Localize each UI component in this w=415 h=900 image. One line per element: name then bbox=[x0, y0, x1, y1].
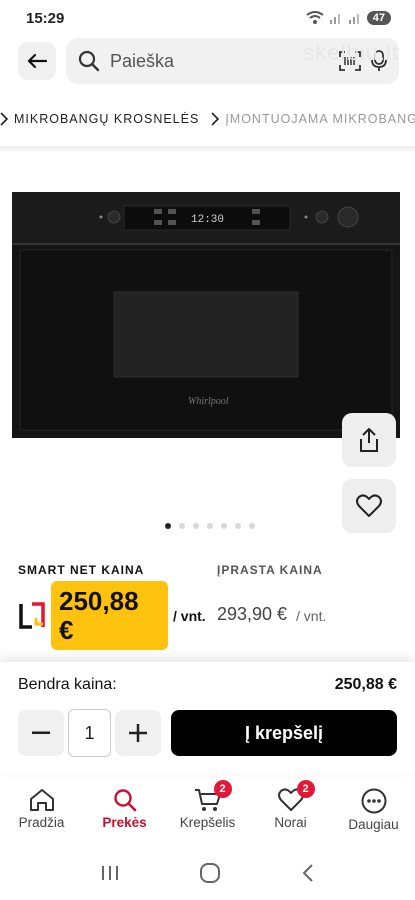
nav-item-wishlist[interactable]: 2 Norai bbox=[249, 776, 332, 840]
nav-label: Norai bbox=[274, 815, 307, 830]
quantity-input[interactable] bbox=[68, 709, 111, 757]
gallery-pagination bbox=[165, 523, 255, 529]
bottom-navigation: Pradžia Prekės 2 Krepšelis 2 Norai Daugi… bbox=[0, 776, 415, 840]
search-icon bbox=[78, 50, 100, 72]
breadcrumb-item[interactable]: ĮMONTUOJAMA MIKROBANG... bbox=[211, 112, 415, 126]
product-page: 15:29 47 Paieška skelbiu.lt MIKROBANGŲ K… bbox=[0, 0, 415, 900]
quantity-increase-button[interactable] bbox=[115, 710, 161, 756]
smart-price-badge: 250,88 € bbox=[51, 581, 168, 650]
nav-label: Daugiau bbox=[348, 817, 399, 832]
chevron-right-icon bbox=[211, 112, 220, 126]
back-chevron-icon[interactable] bbox=[301, 863, 315, 883]
nav-label: Prekės bbox=[102, 815, 147, 830]
wifi-icon bbox=[306, 11, 324, 24]
chevron-right-icon bbox=[0, 112, 8, 126]
total-label: Bendra kaina: bbox=[18, 676, 117, 693]
regular-price-unit: / vnt. bbox=[296, 608, 327, 624]
gallery-dot[interactable] bbox=[179, 523, 185, 529]
section-divider bbox=[0, 146, 415, 152]
status-icons: 47 bbox=[306, 11, 391, 25]
search-icon bbox=[113, 789, 136, 812]
gallery-dot[interactable] bbox=[221, 523, 227, 529]
home-icon bbox=[29, 789, 54, 811]
search-input[interactable]: Paieška bbox=[110, 51, 329, 72]
favorite-button[interactable] bbox=[342, 479, 396, 533]
gallery-dot[interactable] bbox=[165, 523, 171, 529]
home-circle-icon[interactable] bbox=[199, 862, 221, 884]
nav-item-cart[interactable]: 2 Krepšelis bbox=[166, 776, 249, 840]
nav-item-home[interactable]: Pradžia bbox=[0, 776, 83, 840]
breadcrumb-label: MIKROBANGŲ KROSNELĖS bbox=[14, 112, 200, 126]
status-bar: 15:29 47 bbox=[0, 0, 415, 36]
cart-count-badge: 2 bbox=[213, 780, 232, 798]
smart-price-label: SMART NET KAINA bbox=[18, 563, 145, 577]
nav-label: Krepšelis bbox=[179, 815, 236, 830]
brand-logo: Whirlpool bbox=[188, 396, 229, 407]
smart-net-logo-icon bbox=[19, 602, 45, 629]
regular-price-label: ĮPRASTA KAINA bbox=[217, 563, 323, 577]
minus-icon bbox=[32, 731, 50, 734]
smart-price-currency: € bbox=[59, 615, 74, 645]
gallery-dot[interactable] bbox=[249, 523, 255, 529]
signal-icon bbox=[329, 14, 340, 24]
breadcrumb-label: ĮMONTUOJAMA MIKROBANG... bbox=[225, 112, 415, 126]
more-icon bbox=[361, 788, 386, 814]
nav-label: Pradžia bbox=[18, 815, 65, 830]
breadcrumb-item[interactable]: MIKROBANGŲ KROSNELĖS bbox=[0, 112, 199, 126]
signal-icon bbox=[348, 14, 359, 24]
gallery-dot[interactable] bbox=[207, 523, 213, 529]
total-value: 250,88 € bbox=[334, 676, 397, 693]
purchase-panel: Bendra kaina: 250,88 € Į krepšelį bbox=[0, 662, 415, 774]
breadcrumb: MIKROBANGŲ KROSNELĖS ĮMONTUOJAMA MIKROBA… bbox=[0, 104, 415, 134]
system-navigation-bar bbox=[0, 846, 415, 900]
status-time: 15:29 bbox=[26, 9, 65, 27]
product-image[interactable]: 12:30 Whirlpool bbox=[12, 192, 400, 438]
battery-indicator: 47 bbox=[366, 11, 391, 25]
search-header: Paieška skelbiu.lt bbox=[0, 36, 415, 86]
back-button[interactable] bbox=[18, 42, 56, 80]
share-button[interactable] bbox=[342, 413, 396, 467]
smart-price-value: 250,88 bbox=[59, 586, 139, 616]
plus-icon bbox=[129, 724, 147, 742]
smart-price-unit: / vnt. bbox=[173, 608, 206, 624]
display-time: 12:30 bbox=[191, 214, 224, 226]
quantity-decrease-button[interactable] bbox=[18, 710, 64, 756]
recent-apps-icon[interactable] bbox=[100, 864, 120, 882]
wishlist-count-badge: 2 bbox=[296, 780, 315, 798]
heart-icon bbox=[356, 494, 382, 517]
gallery-dot[interactable] bbox=[235, 523, 241, 529]
nav-item-products[interactable]: Prekės bbox=[83, 776, 166, 840]
microphone-icon[interactable] bbox=[371, 50, 387, 72]
gallery-dot[interactable] bbox=[193, 523, 199, 529]
add-to-cart-button[interactable]: Į krepšelį bbox=[171, 710, 397, 756]
regular-price-value: 293,90 € bbox=[217, 604, 288, 624]
barcode-scan-icon[interactable] bbox=[339, 51, 361, 71]
nav-item-more[interactable]: Daugiau bbox=[332, 776, 415, 840]
share-icon bbox=[360, 428, 378, 452]
arrow-left-icon bbox=[27, 53, 47, 69]
search-box[interactable]: Paieška bbox=[66, 38, 399, 84]
